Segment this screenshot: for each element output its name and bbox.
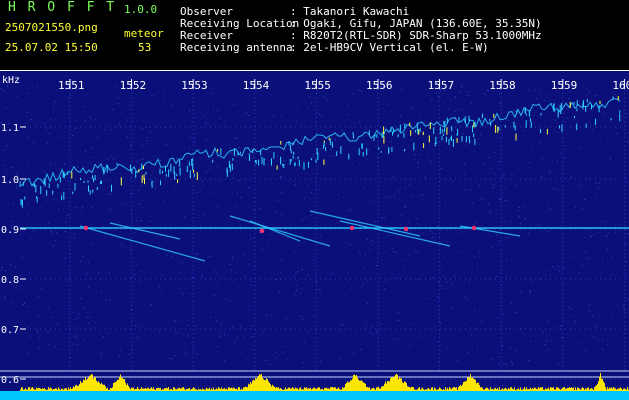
meteor-head [403, 226, 409, 232]
time-tick-label: 1600 [612, 79, 629, 92]
time-tick-label: 1552 [120, 79, 147, 92]
y-tick-label: 0.8 [1, 275, 19, 286]
meteor-head [349, 225, 355, 231]
y-tick-label: 0.6 [1, 375, 19, 386]
header-panel: H R O F F T 1.0.0 2507021550.png meteor … [0, 0, 629, 70]
timestamp: 25.07.02 15:50 [5, 41, 98, 54]
time-tick-label: 1554 [243, 79, 270, 92]
app-name: H R O F F T [8, 0, 117, 15]
y-tick-label: 1.0 [1, 175, 19, 186]
meteor-head [83, 225, 89, 231]
spectrogram: kHz 1.1 1.0 0.9 0.8 0.7 0.6 1551 1552 1553 1554 1… [0, 71, 629, 400]
time-tick-label: 1551 [58, 79, 85, 92]
time-tick-label: 1555 [304, 79, 331, 92]
meteor-label: meteor [124, 27, 164, 40]
y-tick-label: 1.1 [1, 123, 19, 134]
time-tick-label: 1553 [181, 79, 208, 92]
meteor-count: 53 [138, 41, 152, 54]
power-baseline [0, 391, 629, 400]
time-tick-label: 1559 [551, 79, 578, 92]
meteor-head [259, 228, 265, 234]
time-tick-label: 1557 [428, 79, 455, 92]
field-label-antenna: Receiving antenna [180, 41, 293, 54]
y-tick-label: 0.9 [1, 225, 19, 236]
field-value-antenna: : 2el-HB9CV Vertical (el. E-W) [290, 41, 489, 54]
file-name: 2507021550.png [5, 21, 98, 34]
app-version: 1.0.0 [124, 3, 158, 16]
meteor-head [471, 225, 477, 231]
spectrogram-background [0, 71, 629, 400]
y-tick-label: 0.7 [1, 325, 19, 336]
time-tick-label: 1556 [366, 79, 393, 92]
time-tick-label: 1558 [489, 79, 516, 92]
y-unit-label: kHz [2, 75, 20, 86]
